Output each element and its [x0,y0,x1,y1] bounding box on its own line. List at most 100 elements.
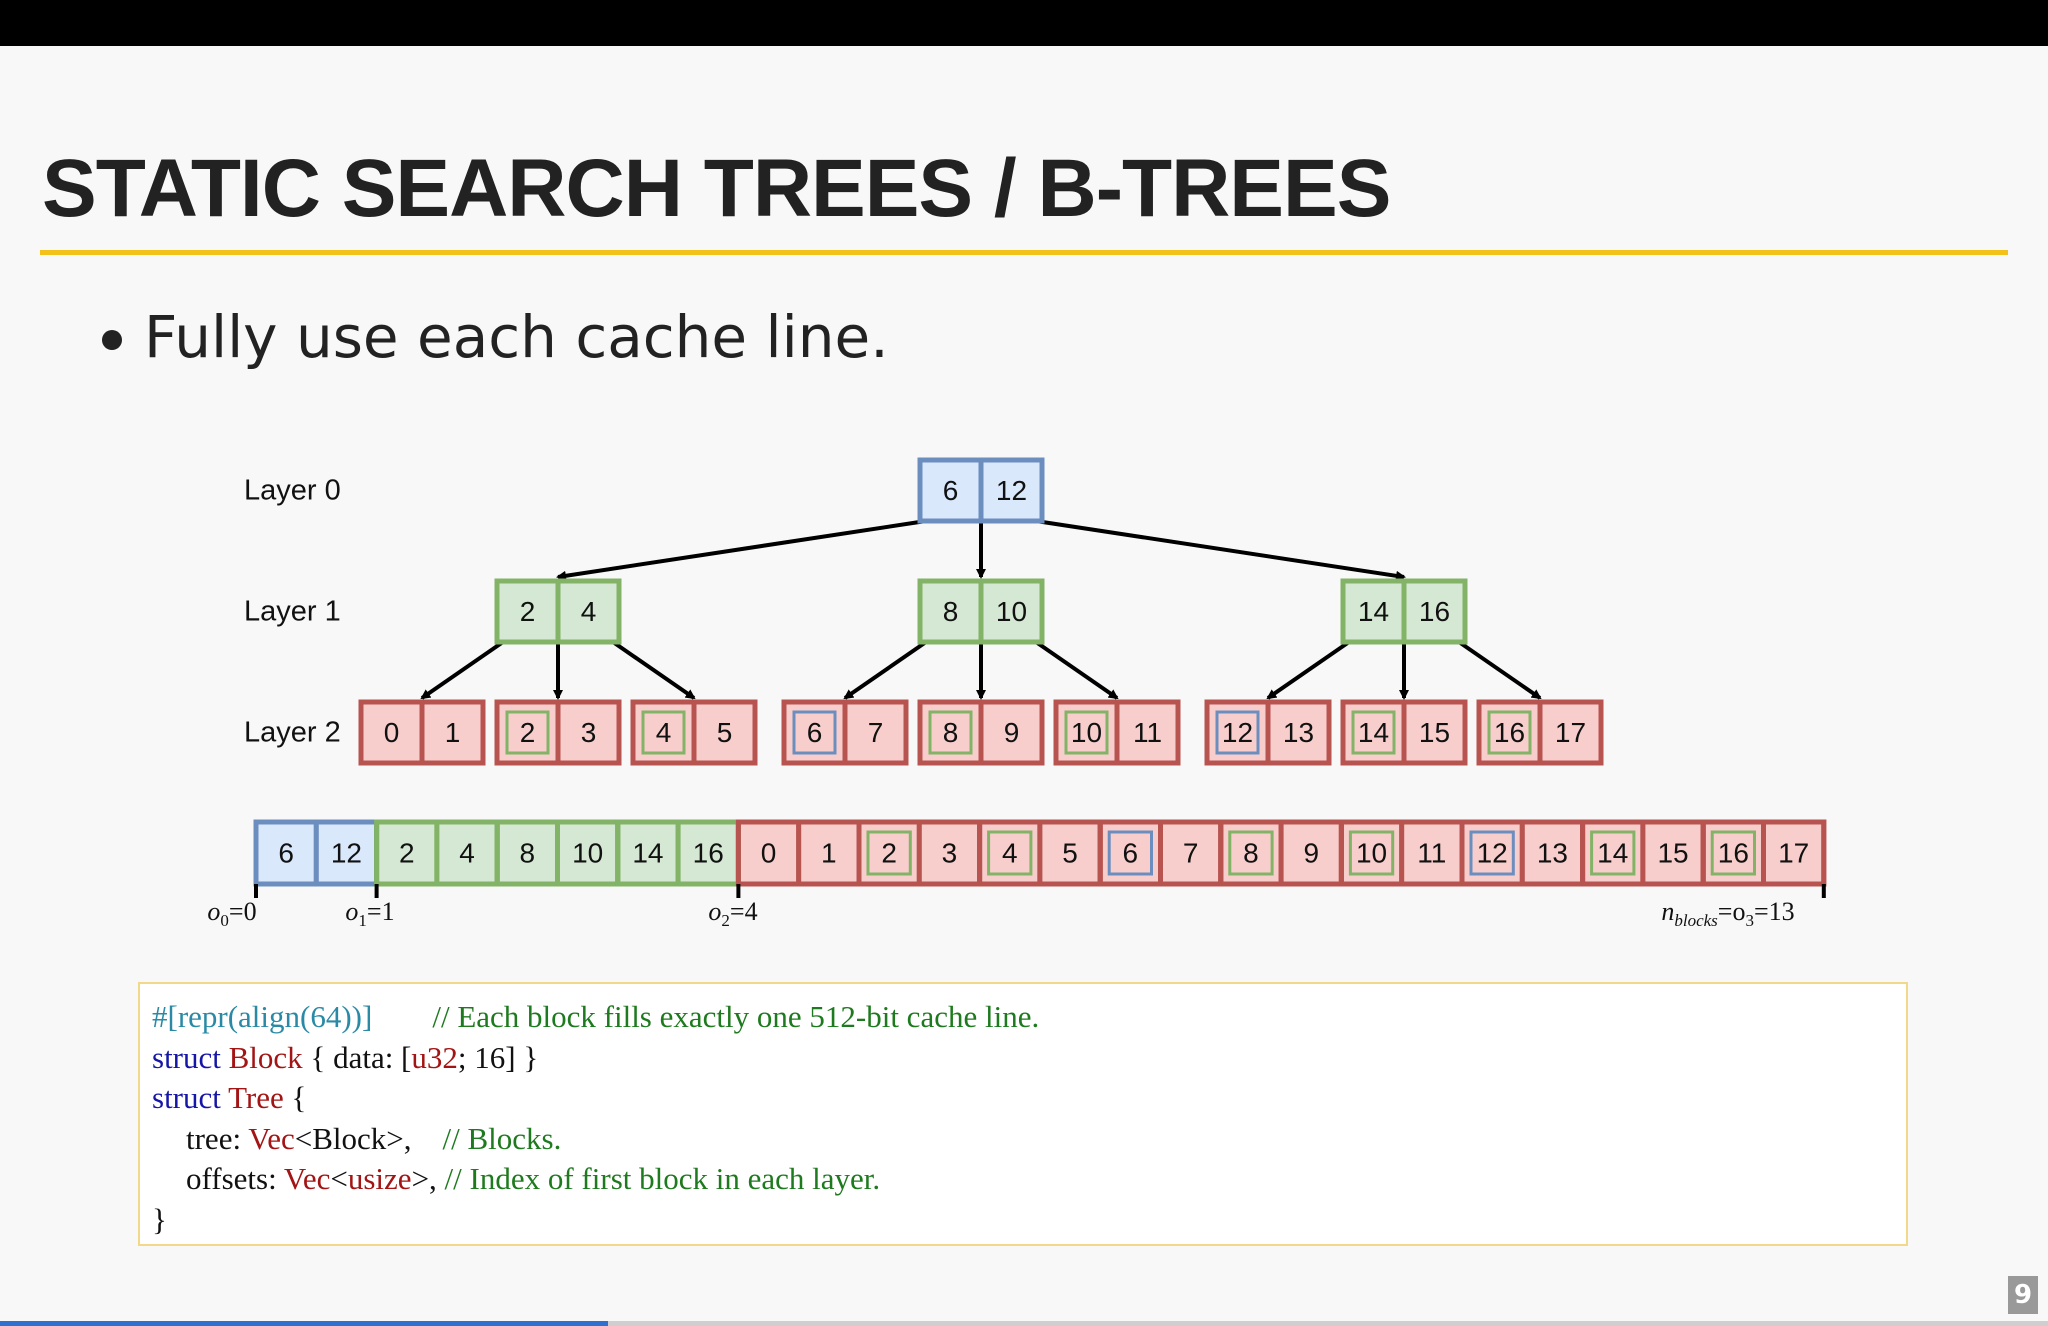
code-text: <Block>, [294,1120,412,1156]
block-key-label: 12 [1222,717,1253,748]
block-key-label: 9 [1004,717,1020,748]
tree-edge-arrow [420,640,505,700]
block-key-label: 2 [520,596,536,627]
array-key-label: 4 [459,838,475,869]
code-block: #[repr(align(64))] // Each block fills ex… [138,982,1908,1246]
tree-node-block: 6 12 [917,457,1045,524]
array-key-label: 10 [572,838,603,869]
array-key-label: 17 [1778,838,1809,869]
tree-edge-arrow [843,640,928,700]
code-type: Vec [283,1161,331,1196]
tree-blocks: 6 122 4 8 10 14 160 1 2 3 4 5 6 7 8 9 10 11 12 13 14 15 16 17 [358,457,1604,766]
block-key-label: 10 [996,596,1027,627]
array-key-label: 12 [1477,838,1508,869]
code-type: Tree [228,1080,284,1115]
block-key-label: 4 [581,596,597,627]
code-text: { data: [ [302,1039,412,1075]
offset-label: o1=1 [345,897,394,930]
array-key-label: 4 [1002,838,1018,869]
array-key-label: 14 [1597,838,1628,869]
code-text: >, [411,1161,445,1196]
layer-labels: Layer 0 Layer 1 Layer 2 [244,475,341,749]
layer-label: Layer 2 [244,717,341,749]
block-key-label: 16 [1419,596,1450,627]
tree-edge-arrow [556,519,927,581]
tree-node-block: 10 11 [1053,699,1181,766]
tree-edge-arrow [1266,640,1351,700]
tree-node-block: 16 17 [1476,699,1604,766]
layer-label: Layer 1 [244,596,341,628]
array-key-label: 6 [278,838,294,869]
array-key-label: 8 [520,838,536,869]
tree-node-block: 23 [494,699,622,766]
array-key-label: 6 [1123,838,1139,869]
tree-edge-arrow [1035,519,1406,581]
array-key-label: 16 [693,838,724,869]
tree-node-block: 24 [494,578,622,645]
array-key-label: 8 [1243,838,1259,869]
array-key-label: 7 [1183,838,1199,869]
code-text: ; 16] } [457,1039,539,1075]
code-line-3: struct Tree { [152,1078,1894,1119]
array-key-label: 2 [399,838,415,869]
btree-diagram: Layer 0Layer 1Layer 2 6 122 4 8 10 14 160 1 2 3 4 5… [207,457,1827,930]
tree-node-block: 14 16 [1340,578,1468,645]
code-attribute: #[repr(align(64))] [152,999,373,1034]
block-key-label: 6 [807,717,823,748]
code-text: { [283,1080,307,1115]
block-key-label: 1 [445,717,461,748]
array-key-label: 1 [821,838,837,869]
block-key-label: 16 [1494,717,1525,748]
page-number: 9 [2008,1276,2038,1314]
block-key-label: 8 [943,717,959,748]
array-key-label: 0 [761,838,777,869]
array-key-label: 3 [942,838,958,869]
block-key-label: 14 [1358,717,1389,748]
layer-label: Layer 0 [244,475,341,507]
array-key-label: 2 [881,838,897,869]
code-text: } [152,1201,167,1237]
code-text: < [330,1161,348,1196]
array-key-label: 12 [331,838,362,869]
block-key-label: 13 [1283,717,1314,748]
offset-label: o0=0 [207,897,256,930]
array-key-label: 11 [1417,838,1446,869]
code-type: Block [228,1039,303,1075]
tree-node-block: 45 [630,699,758,766]
tree-node-block: 12 13 [1204,699,1332,766]
block-key-label: 4 [656,717,672,748]
tree-edge-arrow [1034,640,1119,700]
block-key-label: 10 [1071,717,1102,748]
array-key-label: 13 [1537,838,1568,869]
block-key-label: 12 [996,475,1027,506]
block-key-label: 14 [1358,596,1389,627]
block-key-label: 11 [1133,717,1162,748]
block-key-label: 0 [384,717,400,748]
code-text: tree: [186,1120,249,1156]
code-comment: // Index of first block in each layer. [444,1161,881,1196]
array-key-label: 10 [1356,838,1387,869]
block-key-label: 8 [943,596,959,627]
block-key-label: 17 [1555,717,1586,748]
array-key-label: 16 [1718,838,1749,869]
code-comment: // Blocks. [442,1120,562,1156]
code-keyword: struct [152,1039,221,1075]
flat-array: 6 12 2 4 8 10 14 16 0 1 2 3 4 5 6 7 8 9 10 11 12 13 14 15 16 17 [253,819,1827,887]
tree-edge-arrow [611,640,696,700]
block-key-label: 6 [943,475,959,506]
block-key-label: 15 [1419,717,1450,748]
code-line-4: tree: Vec<Block>, // Blocks. [152,1119,1894,1160]
tree-node-block: 01 [358,699,486,766]
tree-node-block: 14 15 [1340,699,1468,766]
block-key-label: 5 [717,717,733,748]
code-line-6: } [152,1200,1894,1241]
tree-node-block: 67 [781,699,909,766]
code-keyword: struct [152,1080,221,1115]
offset-label: nblocks=o3=13 [1661,897,1794,930]
array-key-label: 15 [1657,838,1688,869]
offset-label: o2=4 [708,897,757,930]
block-key-label: 3 [581,717,597,748]
tree-node-block: 89 [917,699,1045,766]
offset-marks: o0=0 o1=1 o2=4 nblocks=o3=13 [207,884,1826,930]
code-comment: // Each block fills exactly one 512-bit … [432,999,1040,1034]
